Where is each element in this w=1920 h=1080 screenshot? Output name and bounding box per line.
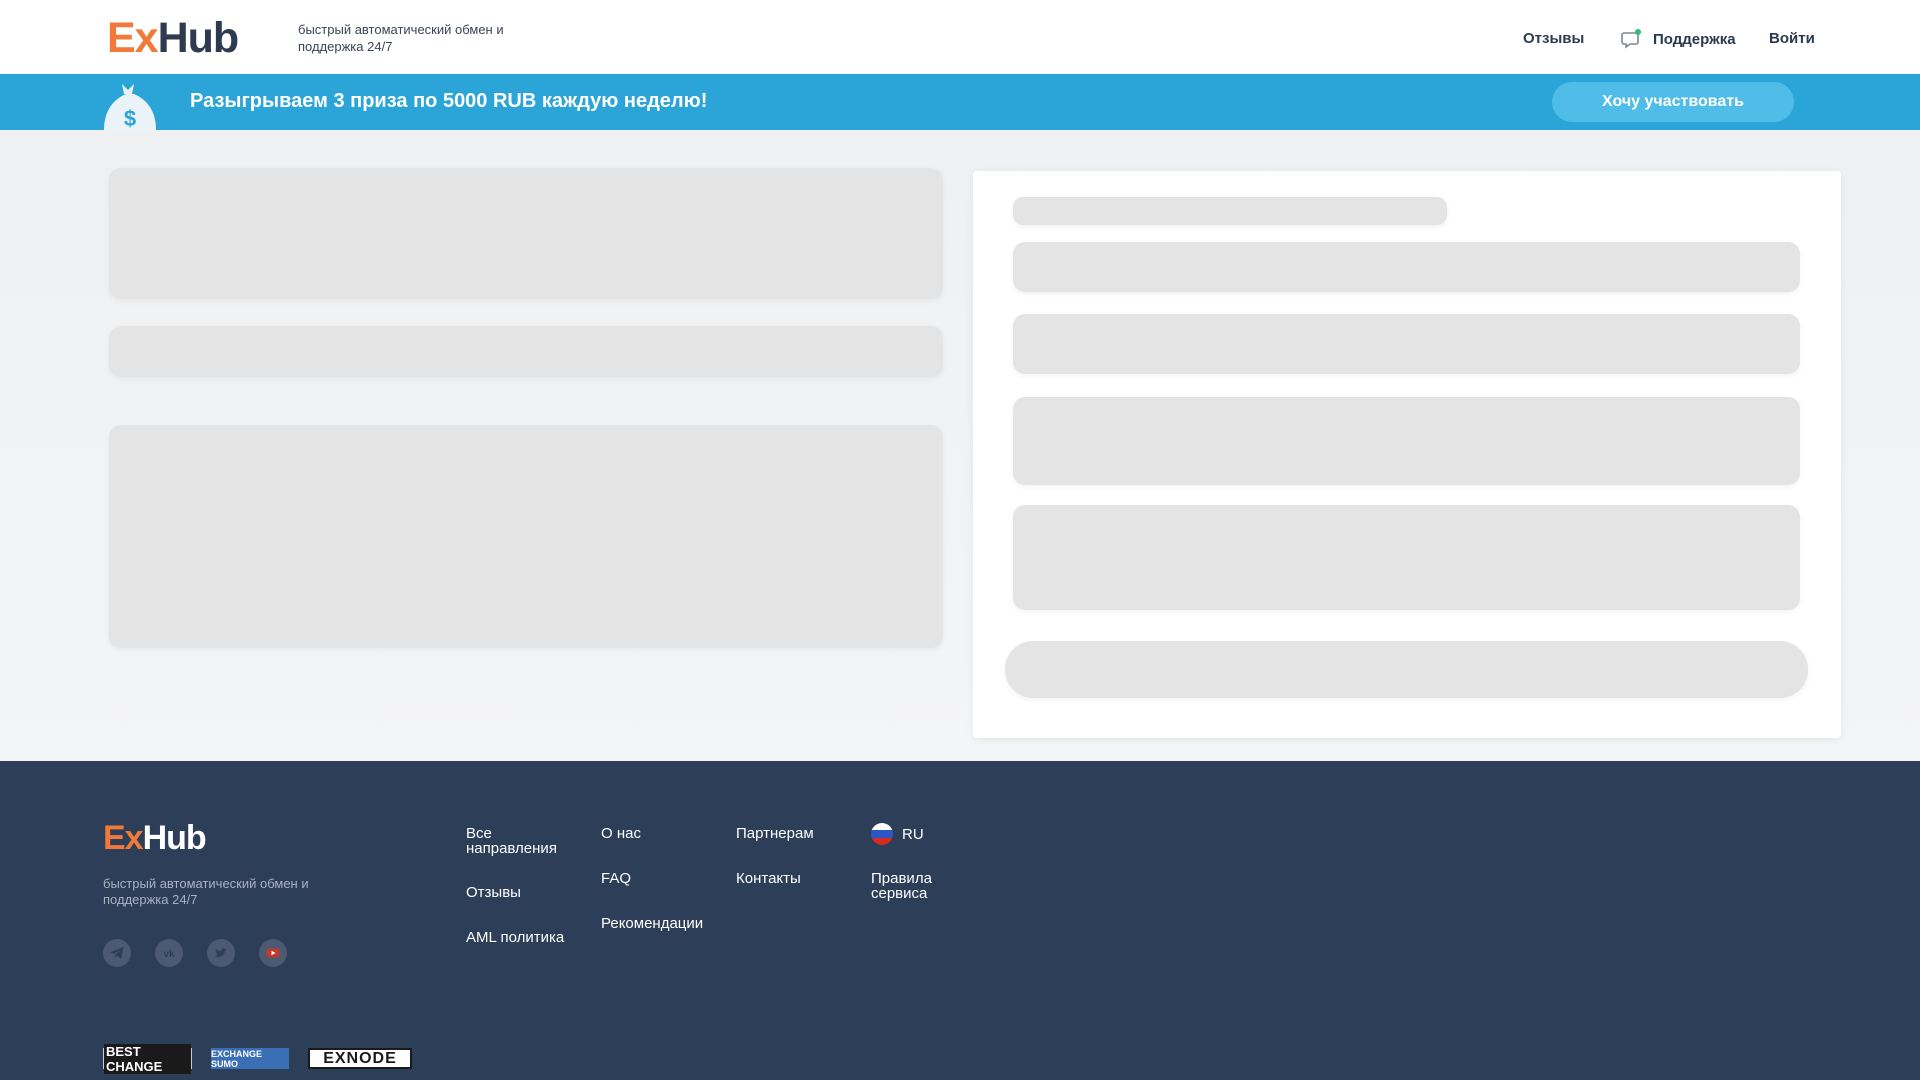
skeleton-block-large xyxy=(109,425,943,648)
skeleton-submit-button xyxy=(1005,641,1808,698)
skeleton-block-bar xyxy=(109,326,943,377)
youtube-icon[interactable] xyxy=(259,939,287,967)
bestchange-logo-text: BEST CHANGE xyxy=(104,1043,191,1074)
skeleton-field-3 xyxy=(1013,397,1800,485)
footer-logo[interactable]: ExHub xyxy=(103,819,207,858)
footer-tagline: быстрый автоматический обмен и поддержка… xyxy=(103,876,309,907)
money-bag-icon: $ xyxy=(100,80,160,131)
nav-reviews-link[interactable]: Отзывы xyxy=(1523,30,1584,47)
footer-link-recommendations[interactable]: Рекомендации xyxy=(601,916,703,931)
svg-text:vk: vk xyxy=(163,949,175,960)
footer-link-all-directions[interactable]: Все направления xyxy=(466,826,576,856)
logo-ex: Ex xyxy=(107,14,159,62)
logo-hub: Hub xyxy=(157,14,240,62)
header-tagline: быстрый автоматический обмен и поддержка… xyxy=(298,22,504,54)
nav-login-link[interactable]: Войти xyxy=(1769,30,1815,47)
footer-logo-ex: Ex xyxy=(103,819,144,857)
skeleton-field-4 xyxy=(1013,505,1800,610)
footer-link-reviews[interactable]: Отзывы xyxy=(466,885,521,900)
bestchange-logo[interactable]: BEST CHANGE xyxy=(103,1043,192,1074)
svg-text:$: $ xyxy=(124,106,136,130)
footer-link-partners[interactable]: Партнерам xyxy=(736,826,814,841)
promo-banner: $ Разыгрываем 3 приза по 5000 RUB каждую… xyxy=(0,74,1920,131)
exnode-logo[interactable]: EXNODE xyxy=(308,1048,412,1069)
vk-icon[interactable]: vk xyxy=(155,939,183,967)
skeleton-title xyxy=(1013,197,1447,225)
nav-support-label: Поддержка xyxy=(1653,30,1736,48)
footer-logo-hub: Hub xyxy=(142,819,207,857)
russia-flag-icon xyxy=(871,823,893,845)
language-label: RU xyxy=(902,825,924,843)
twitter-icon[interactable] xyxy=(207,939,235,967)
exchangesumo-logo[interactable]: EXCHANGE SUMO xyxy=(211,1048,289,1069)
footer-link-aml[interactable]: AML политика xyxy=(466,930,564,945)
language-selector[interactable]: RU xyxy=(871,823,924,845)
footer-link-contacts[interactable]: Контакты xyxy=(736,871,801,886)
site-footer: ExHub быстрый автоматический обмен и под… xyxy=(0,761,1920,1080)
footer-link-rules[interactable]: Правила сервиса xyxy=(871,871,951,901)
skeleton-field-2 xyxy=(1013,314,1800,374)
promo-text: Разыгрываем 3 приза по 5000 RUB каждую н… xyxy=(190,90,708,112)
participate-button[interactable]: Хочу участвовать xyxy=(1552,82,1794,122)
footer-link-about[interactable]: О нас xyxy=(601,826,641,841)
exchange-form-card xyxy=(973,171,1841,738)
skeleton-field-1 xyxy=(1013,242,1800,292)
site-header: ExHub быстрый автоматический обмен и под… xyxy=(0,0,1920,74)
chat-icon xyxy=(1621,28,1643,50)
footer-link-faq[interactable]: FAQ xyxy=(601,871,631,886)
skeleton-block-top xyxy=(109,168,943,299)
nav-support-link[interactable]: Поддержка xyxy=(1621,28,1736,50)
logo[interactable]: ExHub xyxy=(107,14,240,62)
telegram-icon[interactable] xyxy=(103,939,131,967)
